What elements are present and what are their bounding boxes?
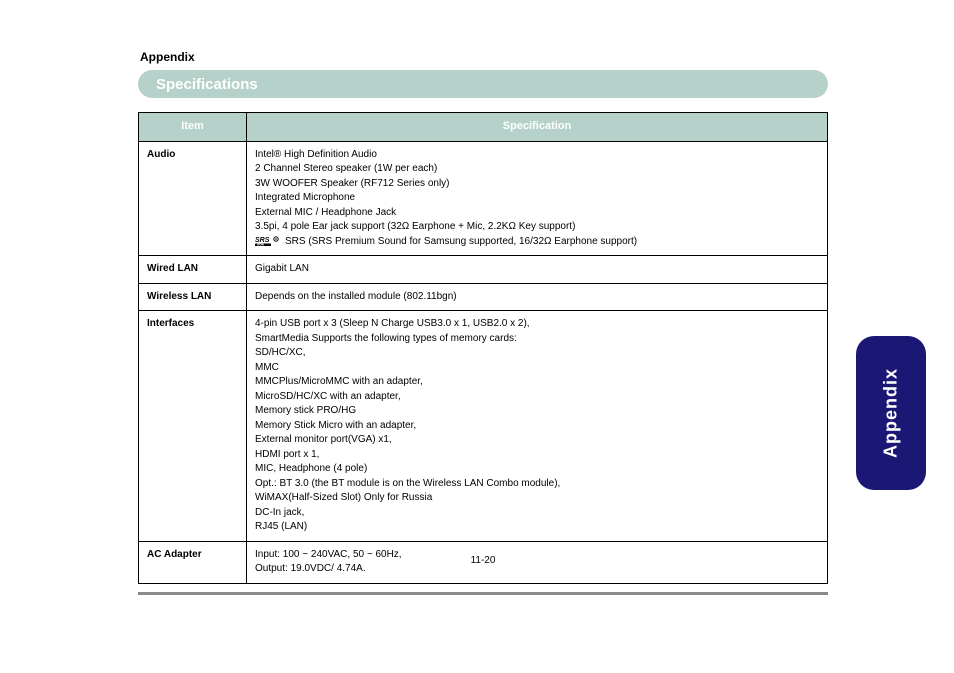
spec-line: External MIC / Headphone Jack <box>255 206 819 221</box>
spec-line: Integrated Microphone <box>255 191 819 206</box>
srs-wow-icon: SRSWOW <box>255 235 281 247</box>
table-row: Interfaces 4-pin USB port x 3 (Sleep N Ch… <box>139 311 828 542</box>
cell-spec: Depends on the installed module (802.11b… <box>247 283 828 311</box>
cell-spec: 4-pin USB port x 3 (Sleep N Charge USB3.… <box>247 311 828 542</box>
spec-line: MicroSD/HC/XC with an adapter, <box>255 390 819 405</box>
spec-line: MMC <box>255 361 819 376</box>
spec-table: Item Specification AudioIntel® High Defi… <box>138 112 828 584</box>
section-banner-title: Specifications <box>156 76 258 93</box>
spec-line: 2 Channel Stereo speaker (1W per each) <box>255 162 819 177</box>
spec-line: SD/HC/XC, <box>255 346 819 361</box>
spec-line: WiMAX(Half-Sized Slot) Only for Russia <box>255 491 819 506</box>
cell-spec: Intel® High Definition Audio2 Channel St… <box>247 141 828 256</box>
spec-line: Memory Stick Micro with an adapter, <box>255 419 819 434</box>
spec-line: 3W WOOFER Speaker (RF712 Series only) <box>255 177 819 192</box>
spec-line: 4-pin USB port x 3 (Sleep N Charge USB3.… <box>255 317 819 332</box>
svg-text:WOW: WOW <box>257 243 264 247</box>
cell-item: Interfaces <box>139 311 247 542</box>
table-row: AudioIntel® High Definition Audio2 Chann… <box>139 141 828 256</box>
cell-item: Wired LAN <box>139 256 247 284</box>
page-top-label: Appendix <box>140 50 828 64</box>
table-row: Wired LAN Gigabit LAN <box>139 256 828 284</box>
spec-line: Opt.: BT 3.0 (the BT module is on the Wi… <box>255 477 819 492</box>
spec-line: Depends on the installed module (802.11b… <box>255 290 819 305</box>
spec-line: HDMI port x 1, <box>255 448 819 463</box>
spec-line: SRSWOWSRS (SRS Premium Sound for Samsung… <box>255 235 819 250</box>
side-tab-appendix: Appendix <box>856 336 926 490</box>
col-spec: Specification <box>247 113 828 142</box>
spec-line: Intel® High Definition Audio <box>255 148 819 163</box>
page-number: 11-20 <box>138 555 828 566</box>
cell-spec: Gigabit LAN <box>247 256 828 284</box>
col-item: Item <box>139 113 247 142</box>
bottom-bar <box>138 592 828 595</box>
section-banner: Specifications <box>138 70 828 98</box>
spec-line: External monitor port(VGA) x1, <box>255 433 819 448</box>
cell-item: Audio <box>139 141 247 256</box>
table-row: Wireless LAN Depends on the installed mod… <box>139 283 828 311</box>
spec-line: RJ45 (LAN) <box>255 520 819 535</box>
spec-line: DC-In jack, <box>255 506 819 521</box>
spec-line: MIC, Headphone (4 pole) <box>255 462 819 477</box>
spec-line: SmartMedia Supports the following types … <box>255 332 819 347</box>
spec-line: Memory stick PRO/HG <box>255 404 819 419</box>
spec-line: 3.5pi, 4 pole Ear jack support (32Ω Earp… <box>255 220 819 235</box>
spec-line: MMCPlus/MicroMMC with an adapter, <box>255 375 819 390</box>
cell-item: Wireless LAN <box>139 283 247 311</box>
spec-line: Gigabit LAN <box>255 262 819 277</box>
